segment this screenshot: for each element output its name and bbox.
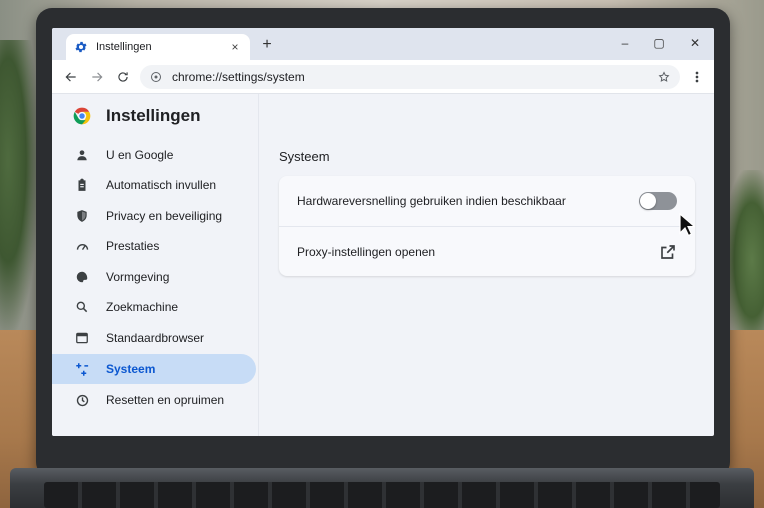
sidebar-item-search-engine[interactable]: Zoekmachine [52,292,256,322]
minimize-button[interactable]: – [616,35,634,51]
tab-settings[interactable]: Instellingen × [66,34,250,60]
settings-brand: Instellingen [72,106,200,126]
browser-toolbar: chrome://settings/system [52,60,714,94]
hardware-acceleration-toggle[interactable] [639,192,677,210]
external-link-icon[interactable] [659,243,677,261]
reload-button[interactable] [114,68,132,86]
sidebar-item-performance[interactable]: Prestaties [52,231,256,261]
sidebar-item-privacy[interactable]: Privacy en beveiliging [52,201,256,231]
tab-close-button[interactable]: × [228,40,242,54]
proxy-settings-label: Proxy-instellingen openen [297,244,436,259]
search-icon [74,299,90,315]
hardware-acceleration-label: Hardwareversnelling gebruiken indien bes… [297,194,566,208]
reset-icon [74,392,90,408]
clipboard-icon [74,177,90,193]
settings-title: Instellingen [106,106,201,125]
tab-strip: Instellingen × + – ▢ ✕ [52,28,714,60]
bookmark-star-icon[interactable] [658,71,670,83]
person-icon [74,147,90,163]
arrow-right-icon [92,72,103,82]
sidebar-item-system[interactable]: Systeem [52,354,256,384]
background-plant-left [0,40,40,340]
chrome-logo-icon [72,106,92,126]
sidebar-item-default-browser[interactable]: Standaardbrowser [52,323,256,353]
arrow-left-icon [65,72,76,82]
browser-window-icon [74,330,90,346]
proxy-settings-row[interactable]: Proxy-instellingen openen [279,226,695,276]
address-bar[interactable]: chrome://settings/system [140,65,680,89]
browser-menu-button[interactable] [692,69,702,85]
site-info-icon[interactable] [150,71,162,83]
toggle-knob [640,193,656,209]
system-settings-card: Hardwareversnelling gebruiken indien bes… [279,176,695,276]
speedometer-icon [74,238,90,254]
more-vert-icon [695,71,699,83]
sidebar-item-reset[interactable]: Resetten en opruimen [52,385,256,415]
sidebar-item-autofill[interactable]: Automatisch invullen [52,170,256,200]
close-window-button[interactable]: ✕ [686,35,704,51]
url-text[interactable]: chrome://settings/system [172,70,658,84]
forward-button[interactable] [88,68,106,86]
settings-sidebar: Instellingen U en Google Automatisch inv… [52,94,258,436]
gear-icon [74,40,88,54]
sidebar-item-you-and-google[interactable]: U en Google [52,140,256,170]
mouse-cursor-icon [679,213,695,237]
back-button[interactable] [62,68,80,86]
hardware-acceleration-row[interactable]: Hardwareversnelling gebruiken indien bes… [279,176,695,226]
reload-icon [118,72,128,82]
maximize-button[interactable]: ▢ [650,35,668,51]
shield-icon [74,208,90,224]
background-plant-right [724,170,764,350]
settings-main: Systeem Hardwareversnelling gebruiken in… [258,94,714,436]
tab-title: Instellingen [96,41,152,53]
sidebar-item-appearance[interactable]: Vormgeving [52,262,256,292]
system-icon [74,361,90,377]
palette-icon [74,269,90,285]
browser-window: Instellingen × + – ▢ ✕ chrome://settings… [52,28,714,436]
section-title: Systeem [279,149,330,164]
new-tab-button[interactable]: + [258,36,276,54]
laptop-keyboard [44,482,720,508]
